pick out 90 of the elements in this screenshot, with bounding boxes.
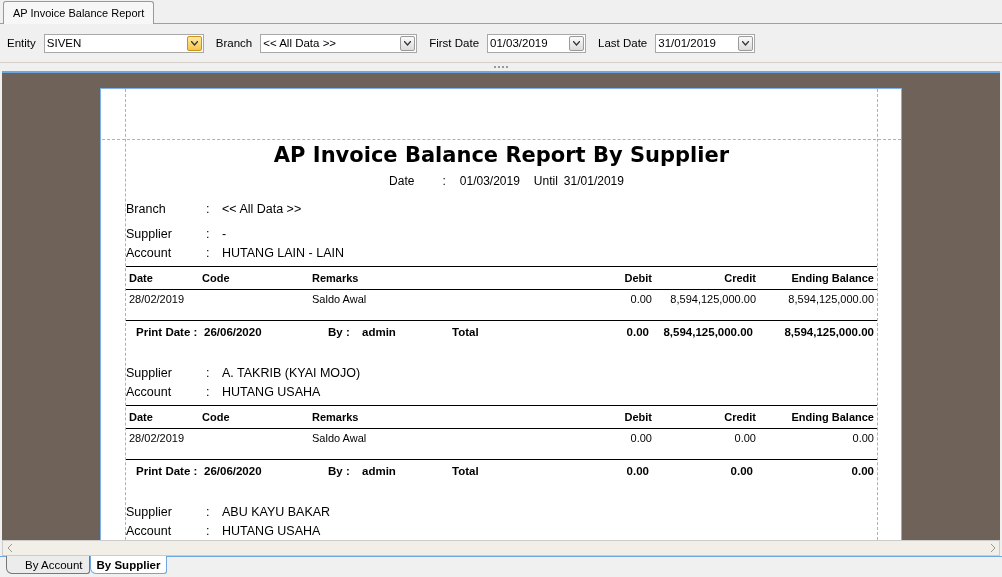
column-header: Code bbox=[202, 272, 231, 284]
column-header: Credit bbox=[723, 411, 756, 423]
supplier-value: - bbox=[222, 227, 228, 241]
table-cell-text: 28/02/2019 bbox=[129, 293, 186, 305]
colon: : bbox=[206, 505, 211, 519]
dropdown-value: 01/03/2019 bbox=[490, 37, 548, 49]
account-value: HUTANG LAIN - LAIN bbox=[222, 246, 345, 260]
filter-dropdown[interactable]: 31/01/2019 bbox=[655, 33, 756, 53]
total-label: Total bbox=[452, 326, 480, 338]
date-value: 01/03/2019 bbox=[459, 174, 520, 188]
report-title: AP Invoice Balance Report By Supplier bbox=[272, 143, 731, 167]
filter-label: Last Date bbox=[598, 37, 648, 49]
filter-label: Entity bbox=[7, 37, 36, 49]
table-cell-text: 28/02/2019 bbox=[129, 432, 186, 444]
dropdown-button[interactable] bbox=[400, 35, 416, 51]
by-label: By : bbox=[328, 465, 351, 477]
account-label: Account bbox=[126, 385, 173, 399]
supplier-label: Supplier bbox=[126, 366, 173, 380]
column-header: Debit bbox=[623, 411, 652, 423]
dropdown-button[interactable] bbox=[569, 35, 585, 51]
colon: : bbox=[206, 524, 211, 538]
account-label: Account bbox=[126, 524, 173, 538]
chevron-left-icon bbox=[7, 544, 13, 552]
filter-dropdown[interactable]: << All Data >> bbox=[260, 33, 418, 53]
filter-label: Branch bbox=[215, 37, 253, 49]
caret-icon bbox=[573, 40, 581, 46]
total-value: 0.00 bbox=[729, 465, 753, 477]
table-cell-text: 8,594,125,000.00 bbox=[787, 293, 874, 305]
supplier-value: ABU KAYU BAKAR bbox=[222, 505, 332, 519]
dropdown-button[interactable] bbox=[738, 35, 754, 51]
account-label: Account bbox=[126, 246, 173, 260]
branch-label: Branch bbox=[126, 202, 167, 216]
table-cell-text: 0.00 bbox=[629, 293, 652, 305]
by-value: admin bbox=[362, 465, 397, 477]
column-header: Date bbox=[129, 272, 154, 284]
colon: : bbox=[206, 246, 211, 260]
branch-value: << All Data >> bbox=[222, 202, 303, 216]
total-value: 8,594,125,000.00 bbox=[662, 326, 753, 338]
caret-icon bbox=[742, 40, 750, 46]
table-cell-text: 0.00 bbox=[851, 432, 874, 444]
column-header: Ending Balance bbox=[790, 411, 874, 423]
colon: : bbox=[442, 174, 446, 188]
total-value: 0.00 bbox=[625, 465, 649, 477]
column-header: Debit bbox=[623, 272, 652, 284]
colon: : bbox=[206, 227, 211, 241]
date-label: Date bbox=[389, 174, 415, 188]
table-cell-text: 8,594,125,000.00 bbox=[669, 293, 756, 305]
supplier-label: Supplier bbox=[126, 505, 173, 519]
colon: : bbox=[206, 202, 211, 216]
table-cell-text: 0.00 bbox=[629, 432, 652, 444]
total-value: 0.00 bbox=[625, 326, 649, 338]
chevron-right-icon bbox=[989, 544, 995, 552]
colon: : bbox=[206, 385, 211, 399]
table-cell-text: Saldo Awal bbox=[312, 432, 368, 444]
account-value: HUTANG USAHA bbox=[222, 385, 322, 399]
view-tab[interactable]: By Account bbox=[6, 556, 90, 574]
report-tab[interactable]: AP Invoice Balance Report bbox=[3, 1, 155, 24]
column-header: Ending Balance bbox=[790, 272, 874, 284]
total-value: 0.00 bbox=[850, 465, 874, 477]
column-header: Credit bbox=[723, 272, 756, 284]
view-tab[interactable]: By Supplier bbox=[89, 556, 168, 574]
dropdown-button[interactable] bbox=[186, 35, 202, 51]
table-cell-text: Saldo Awal bbox=[312, 293, 368, 305]
column-header: Remarks bbox=[312, 272, 360, 284]
print-date-value: 26/06/2020 bbox=[204, 326, 263, 338]
column-header: Remarks bbox=[312, 411, 360, 423]
date-value: 31/01/2019 bbox=[563, 174, 624, 188]
by-value: admin bbox=[362, 326, 397, 338]
by-label: By : bbox=[328, 326, 351, 338]
print-date-label: Print Date : bbox=[136, 465, 199, 477]
table-cell-text: 0.00 bbox=[733, 432, 756, 444]
dropdown-value: << All Data >> bbox=[263, 37, 337, 49]
filter-label: First Date bbox=[429, 37, 480, 49]
caret-icon bbox=[404, 40, 412, 46]
column-header: Code bbox=[202, 411, 231, 423]
account-value: HUTANG USAHA bbox=[222, 524, 322, 538]
filter-dropdown[interactable]: 01/03/2019 bbox=[487, 33, 587, 53]
column-header: Date bbox=[129, 411, 154, 423]
print-date-label: Print Date : bbox=[136, 326, 199, 338]
until-label: Until bbox=[533, 174, 558, 188]
filter-dropdown[interactable]: SIVEN bbox=[43, 33, 204, 53]
dropdown-value: 31/01/2019 bbox=[658, 37, 716, 49]
supplier-label: Supplier bbox=[126, 227, 173, 241]
supplier-value: A. TAKRIB (KYAI MOJO) bbox=[222, 366, 362, 380]
total-value: 8,594,125,000.00 bbox=[783, 326, 874, 338]
dropdown-value: SIVEN bbox=[46, 37, 82, 49]
total-label: Total bbox=[452, 465, 480, 477]
colon: : bbox=[206, 366, 211, 380]
print-date-value: 26/06/2020 bbox=[204, 465, 263, 477]
caret-icon bbox=[190, 40, 198, 46]
